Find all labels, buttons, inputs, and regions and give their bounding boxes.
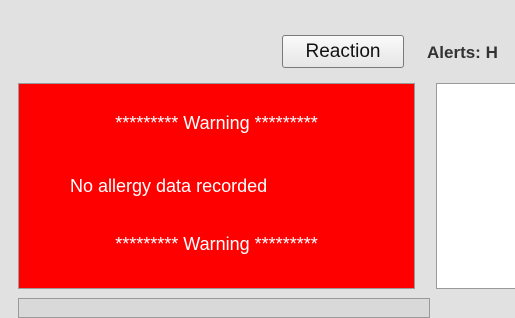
reaction-button[interactable]: Reaction bbox=[282, 35, 404, 68]
alerts-label: Alerts: H bbox=[427, 43, 498, 62]
lower-panel bbox=[18, 298, 430, 318]
allergy-warning-panel: ********* Warning ********* No allergy d… bbox=[18, 83, 415, 289]
no-allergy-message: No allergy data recorded bbox=[70, 176, 268, 196]
warning-bottom-text: ********* Warning ********* bbox=[115, 234, 318, 254]
alerts-panel bbox=[436, 83, 515, 289]
warning-top-text: ********* Warning ********* bbox=[115, 113, 318, 133]
